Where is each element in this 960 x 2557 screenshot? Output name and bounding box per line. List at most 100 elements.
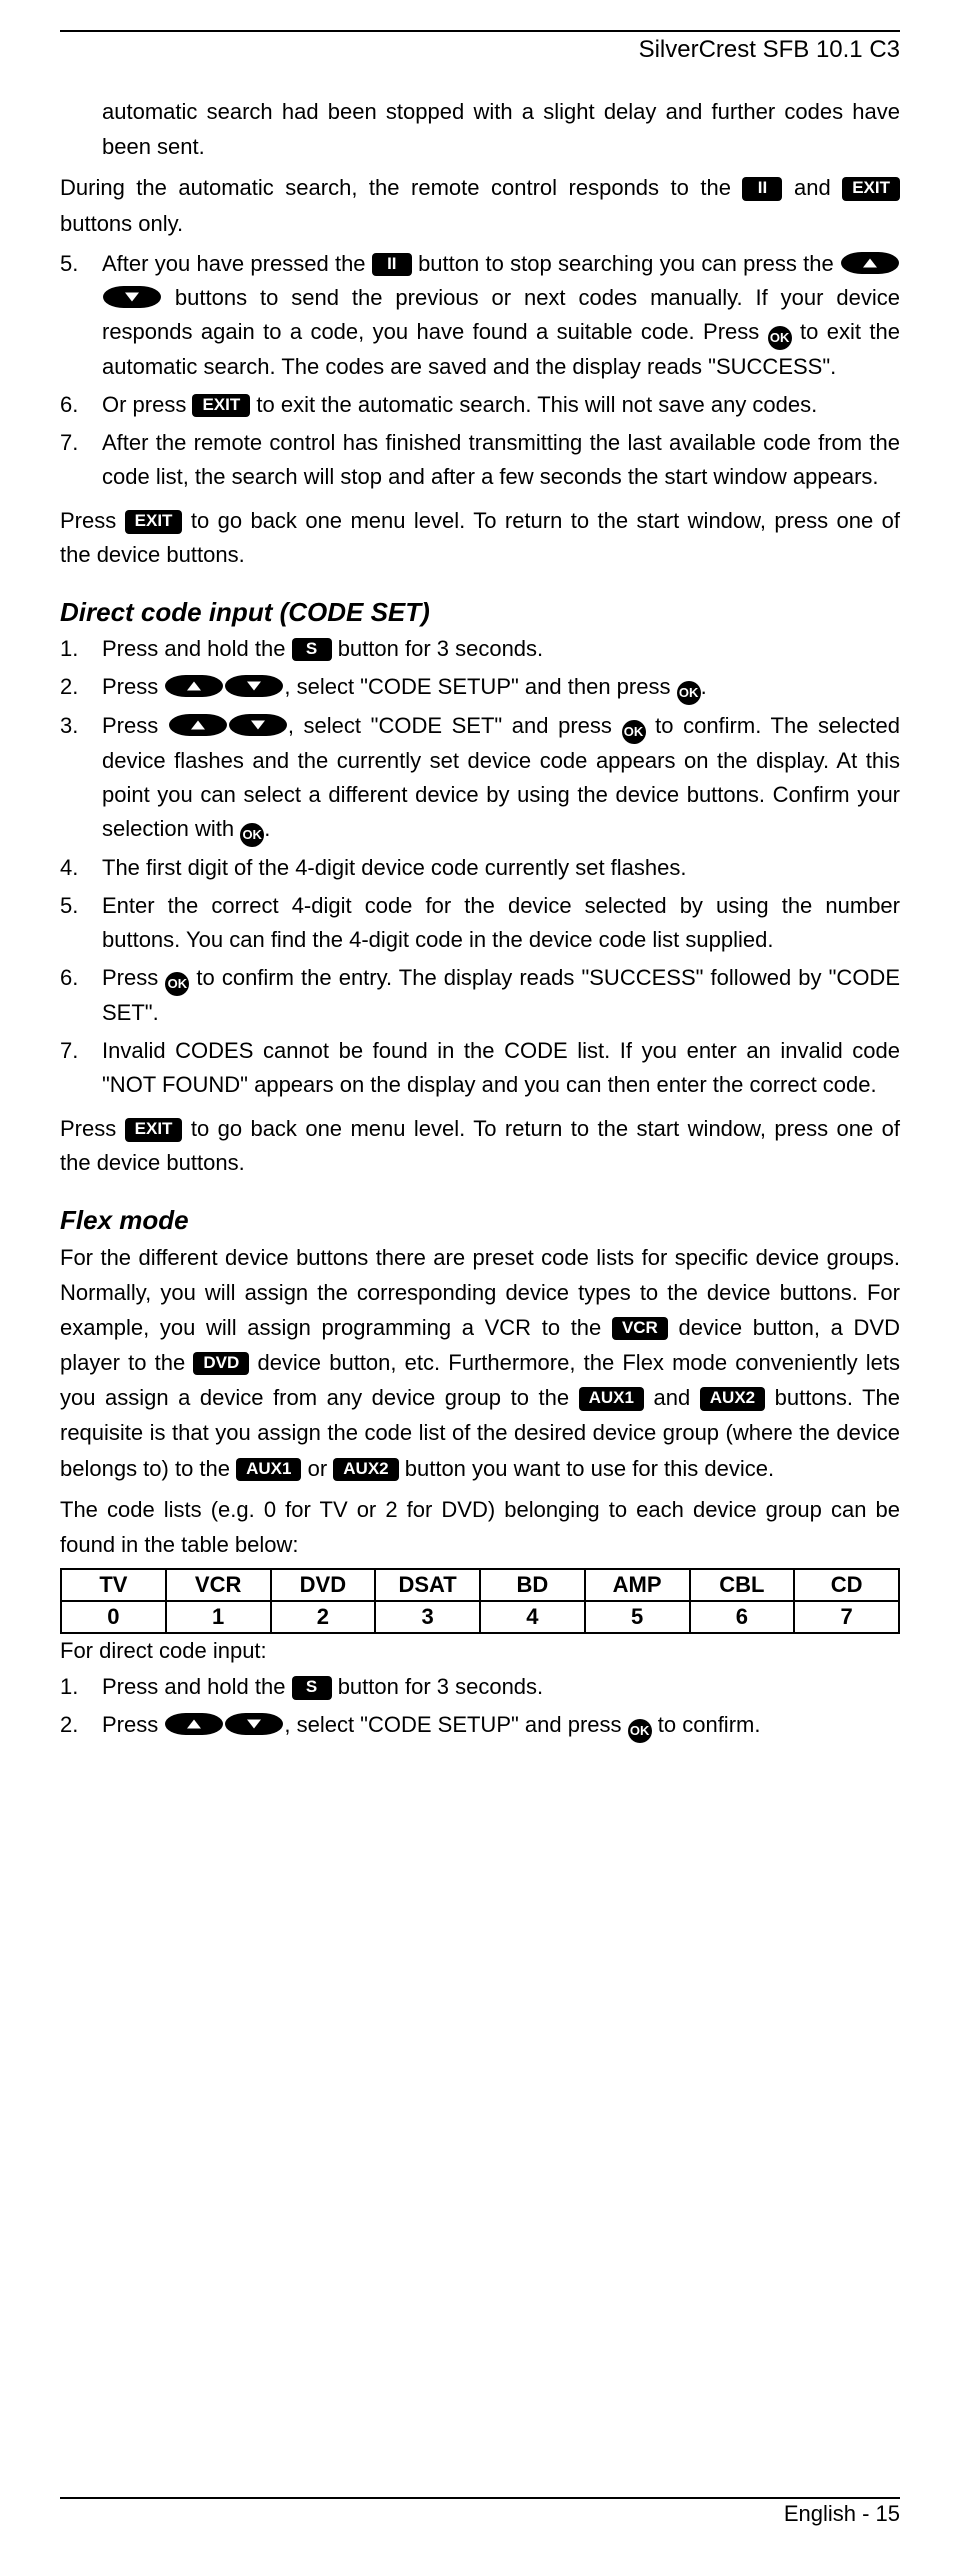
list-item: 2. Press , select "CODE SETUP" and then … (60, 670, 900, 705)
arrow-down-icon (225, 675, 283, 697)
text: button for 3 seconds. (332, 1674, 544, 1699)
s-icon: S (292, 638, 332, 661)
ok-icon: OK (240, 823, 264, 847)
th: VCR (166, 1569, 271, 1601)
intro-p1: automatic search had been stopped with a… (102, 94, 900, 164)
text: to confirm. (652, 1712, 761, 1737)
td: 1 (166, 1601, 271, 1633)
num: 2. (60, 670, 78, 704)
text: to confirm the entry. The display reads … (102, 965, 900, 1025)
text: After the remote control has finished tr… (102, 430, 900, 489)
th: CD (794, 1569, 899, 1601)
flex-p2: The code lists (e.g. 0 for TV or 2 for D… (60, 1492, 900, 1562)
table-row: TV VCR DVD DSAT BD AMP CBL CD (61, 1569, 899, 1601)
text: Or press (102, 392, 192, 417)
num: 2. (60, 1708, 78, 1742)
td: 7 (794, 1601, 899, 1633)
text: Press (60, 1116, 125, 1141)
text: After you have pressed the (102, 251, 372, 276)
list-item: 6. Press OK to confirm the entry. The di… (60, 961, 900, 1030)
th: BD (480, 1569, 585, 1601)
aux1-icon: AUX1 (236, 1458, 301, 1481)
text: , select "CODE SET" and press (288, 713, 622, 738)
text: button for 3 seconds. (332, 636, 544, 661)
text: to go back one menu level. To return to … (60, 1116, 900, 1175)
td: 4 (480, 1601, 585, 1633)
text: Press (102, 674, 164, 699)
num: 1. (60, 1670, 78, 1704)
exit-icon: EXIT (842, 177, 900, 200)
text: , select "CODE SETUP" and then press (284, 674, 676, 699)
brand-header: SilverCrest SFB 10.1 C3 (60, 36, 900, 64)
text: Press (102, 713, 168, 738)
num: 4. (60, 851, 78, 885)
list-item: 7. Invalid CODES cannot be found in the … (60, 1034, 900, 1102)
text: During the automatic search, the remote … (60, 175, 742, 200)
text: and (782, 175, 842, 200)
text: Press (102, 965, 165, 990)
s-icon: S (292, 1676, 332, 1699)
arrow-down-icon (103, 286, 161, 308)
arrow-up-icon (169, 714, 227, 736)
text: , select "CODE SETUP" and press (284, 1712, 627, 1737)
text: or (301, 1456, 333, 1481)
num: 5. (60, 889, 78, 923)
text: The first digit of the 4-digit device co… (102, 855, 687, 880)
th: DSAT (375, 1569, 480, 1601)
text: to go back one menu level. To return to … (60, 508, 900, 567)
td: 2 (271, 1601, 376, 1633)
list-item: 5. After you have pressed the II button … (60, 247, 900, 384)
text: Invalid CODES cannot be found in the COD… (102, 1038, 900, 1097)
text: Press (60, 508, 125, 533)
text: Press and hold the (102, 1674, 292, 1699)
list-1: 5. After you have pressed the II button … (60, 247, 900, 495)
list-item: 2. Press , select "CODE SETUP" and press… (60, 1708, 900, 1743)
pause-icon: II (742, 177, 782, 200)
num: 3. (60, 709, 78, 743)
td: 6 (690, 1601, 795, 1633)
vcr-icon: VCR (612, 1317, 668, 1340)
exit-icon: EXIT (125, 1118, 183, 1141)
num: 7. (60, 426, 78, 460)
code-table: TV VCR DVD DSAT BD AMP CBL CD 0 1 2 3 4 … (60, 1568, 900, 1634)
footer-rule (60, 2497, 900, 2499)
pause-icon: II (372, 253, 412, 276)
list-3: 1. Press and hold the S button for 3 sec… (60, 1670, 900, 1743)
text: button to stop searching you can press t… (412, 251, 840, 276)
page-footer: English - 15 (60, 2501, 900, 2527)
press-back-1: Press EXIT to go back one menu level. To… (60, 504, 900, 572)
list-item: 1. Press and hold the S button for 3 sec… (60, 1670, 900, 1704)
num: 7. (60, 1034, 78, 1068)
num: 1. (60, 632, 78, 666)
ok-icon: OK (677, 681, 701, 705)
text: Press (102, 1712, 164, 1737)
ok-icon: OK (622, 720, 646, 744)
num: 5. (60, 247, 78, 281)
ok-icon: OK (628, 1719, 652, 1743)
aux2-icon: AUX2 (333, 1458, 398, 1481)
td: 5 (585, 1601, 690, 1633)
th: CBL (690, 1569, 795, 1601)
num: 6. (60, 961, 78, 995)
num: 6. (60, 388, 78, 422)
list-item: 4. The first digit of the 4-digit device… (60, 851, 900, 885)
arrow-down-icon (225, 1713, 283, 1735)
td: 3 (375, 1601, 480, 1633)
text: to exit the automatic search. This will … (250, 392, 817, 417)
td: 0 (61, 1601, 166, 1633)
dvd-icon: DVD (193, 1352, 249, 1375)
list-item: 5. Enter the correct 4-digit code for th… (60, 889, 900, 957)
text: button you want to use for this device. (399, 1456, 774, 1481)
press-back-2: Press EXIT to go back one menu level. To… (60, 1112, 900, 1180)
arrow-down-icon (229, 714, 287, 736)
list-item: 1. Press and hold the S button for 3 sec… (60, 632, 900, 666)
list-item: 6. Or press EXIT to exit the automatic s… (60, 388, 900, 422)
ok-icon: OK (768, 326, 792, 350)
exit-icon: EXIT (192, 394, 250, 417)
page: SilverCrest SFB 10.1 C3 automatic search… (0, 0, 960, 2557)
th: AMP (585, 1569, 690, 1601)
th: DVD (271, 1569, 376, 1601)
top-rule (60, 30, 900, 32)
th: TV (61, 1569, 166, 1601)
text: . (701, 674, 707, 699)
